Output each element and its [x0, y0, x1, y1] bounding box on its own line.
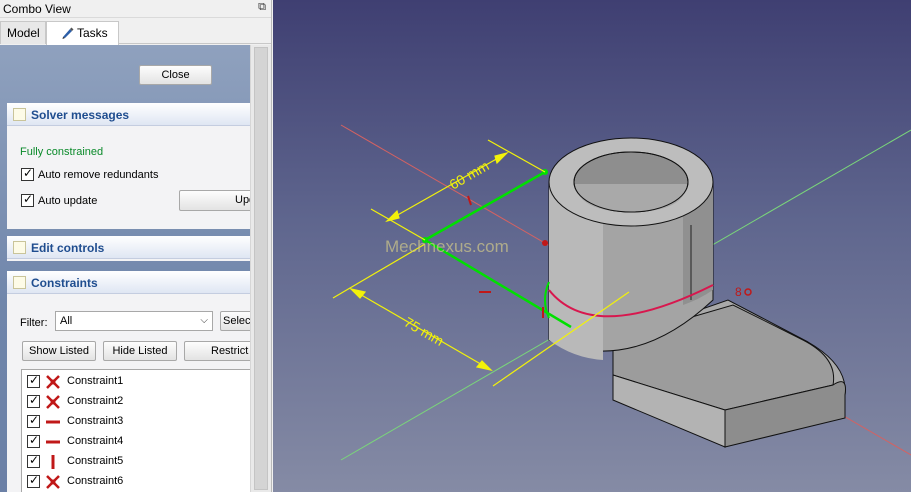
- model-canvas[interactable]: 60 mm 75 mm 8 Mechnexus.com: [273, 0, 911, 492]
- collapse-icon: [13, 108, 26, 121]
- constraint-checkbox[interactable]: [27, 453, 40, 468]
- constraint-label: Constraint3: [67, 415, 124, 427]
- list-item[interactable]: Constraint1: [22, 372, 250, 392]
- close-button[interactable]: Close: [139, 65, 212, 85]
- edit-controls-title: Edit controls: [31, 241, 105, 255]
- collapse-icon: [13, 241, 26, 254]
- constraint-checkbox[interactable]: [27, 413, 40, 428]
- combo-view-titlebar: Combo View ⧉: [0, 0, 271, 18]
- panel-title: Combo View: [3, 2, 71, 16]
- solver-status-text: Fully constrained: [20, 146, 104, 158]
- solver-messages-box: Solver messages Fully constrained Auto r…: [7, 103, 250, 229]
- constraint-checkbox[interactable]: [27, 393, 40, 408]
- list-item[interactable]: Constraint6: [22, 472, 250, 492]
- dimension-60-label: 60 mm: [447, 157, 492, 192]
- list-item[interactable]: Constraint3: [22, 412, 250, 432]
- restrict-button[interactable]: Restrict: [184, 341, 250, 361]
- solver-messages-title: Solver messages: [31, 108, 130, 122]
- constraint-marker-label: 8: [735, 285, 742, 299]
- tab-model-label: Model: [7, 26, 40, 40]
- hide-listed-button[interactable]: Hide Listed: [103, 341, 177, 361]
- watermark-text: Mechnexus.com: [385, 237, 509, 256]
- tasks-area: Close Solver messages Fully constrained …: [0, 45, 250, 492]
- auto-remove-label: Auto remove redundants: [38, 169, 159, 181]
- list-item[interactable]: Constraint2: [22, 392, 250, 412]
- tab-model[interactable]: Model: [0, 21, 46, 44]
- coincident-icon: [46, 395, 60, 409]
- constraint-label: Constraint6: [67, 475, 124, 487]
- scrollbar-thumb[interactable]: [254, 47, 268, 490]
- solver-messages-header[interactable]: Solver messages: [7, 103, 250, 126]
- edit-controls-header[interactable]: Edit controls: [7, 236, 250, 259]
- update-button[interactable]: Update: [179, 190, 250, 211]
- tab-tasks[interactable]: Tasks: [46, 21, 119, 45]
- vertical-icon: [51, 455, 55, 469]
- constraint-markers[interactable]: [467, 195, 548, 318]
- coincident-icon: [46, 475, 60, 489]
- float-window-icon[interactable]: ⧉: [258, 1, 266, 14]
- constraint-label: Constraint5: [67, 455, 124, 467]
- constraint-checkbox[interactable]: [27, 473, 40, 488]
- constraints-list[interactable]: Constraint1 Constraint2 Constraint3 Cons…: [21, 369, 250, 492]
- show-listed-button[interactable]: Show Listed: [22, 341, 96, 361]
- filter-select[interactable]: All ⌵: [55, 311, 213, 331]
- pencil-icon: [62, 27, 74, 39]
- list-item[interactable]: Constraint5: [22, 452, 250, 472]
- auto-remove-checkbox[interactable]: [21, 166, 34, 181]
- scrollbar[interactable]: [250, 45, 271, 492]
- horizontal-icon: [46, 420, 60, 424]
- filter-value: All: [60, 315, 73, 327]
- 3d-viewport[interactable]: 60 mm 75 mm 8 Mechnexus.com: [273, 0, 911, 492]
- constraint-label: Constraint2: [67, 395, 124, 407]
- collapse-icon: [13, 276, 26, 289]
- constraint-checkbox[interactable]: [27, 373, 40, 388]
- constraint-label: Constraint4: [67, 435, 124, 447]
- edit-controls-box: Edit controls: [7, 236, 250, 261]
- constraints-header[interactable]: Constraints: [7, 271, 250, 294]
- chevron-down-icon: ⌵: [200, 315, 208, 326]
- coincident-icon: [46, 375, 60, 389]
- constraint-label: Constraint1: [67, 375, 124, 387]
- horizontal-icon: [46, 440, 60, 444]
- list-item[interactable]: Constraint4: [22, 432, 250, 452]
- constraints-box: Constraints Filter: All ⌵ Select Show Li…: [7, 271, 250, 492]
- tab-tasks-label: Tasks: [77, 26, 108, 40]
- filter-label: Filter:: [20, 317, 48, 329]
- dimension-75-label: 75 mm: [402, 314, 447, 349]
- auto-update-label: Auto update: [38, 195, 98, 207]
- combo-view-panel: Combo View ⧉ Model Tasks Close Solver me…: [0, 0, 272, 492]
- select-button[interactable]: Select: [220, 311, 250, 331]
- constraint-marker-dot: [744, 288, 752, 296]
- constraint-checkbox[interactable]: [27, 433, 40, 448]
- constraints-title: Constraints: [31, 276, 98, 290]
- tab-bar: Model Tasks: [0, 19, 271, 45]
- auto-update-checkbox[interactable]: [21, 192, 34, 207]
